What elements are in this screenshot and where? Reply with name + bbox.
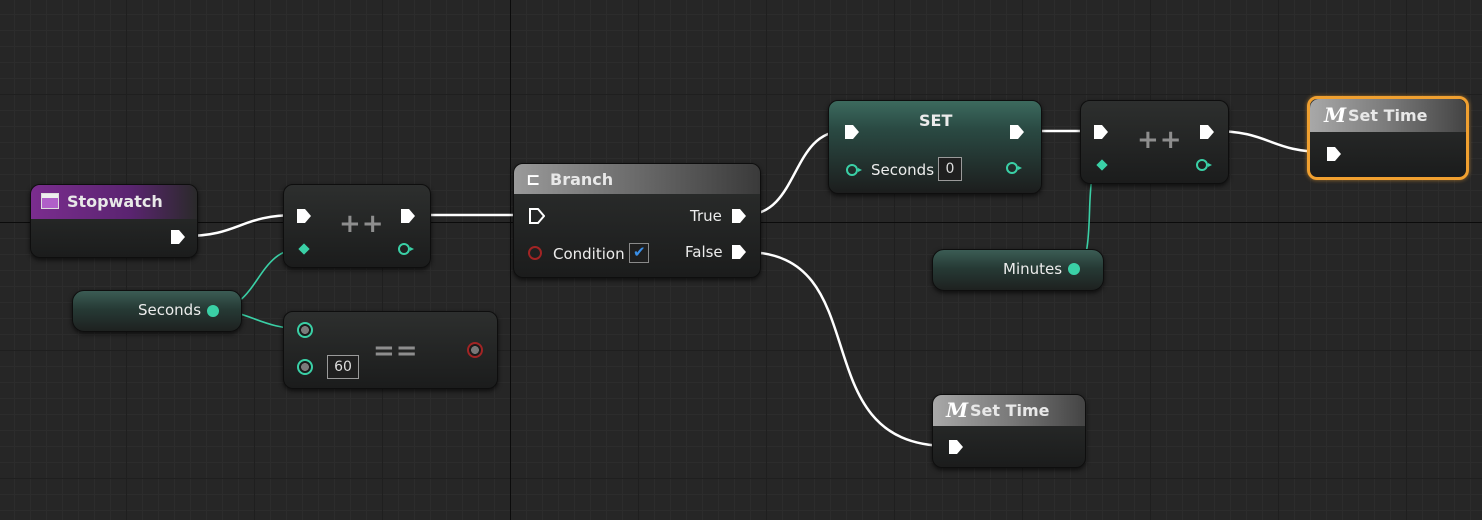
increment-node[interactable]: ++ bbox=[283, 184, 431, 268]
true-exec-out-pin[interactable] bbox=[731, 208, 747, 224]
increment-operator: ++ bbox=[1137, 125, 1183, 155]
equals-value-field[interactable]: 60 bbox=[327, 355, 359, 379]
false-label: False bbox=[685, 243, 723, 261]
minutes-out-pin[interactable] bbox=[1068, 263, 1080, 275]
seconds-label: Seconds bbox=[871, 161, 935, 179]
macro-icon: M bbox=[1324, 103, 1347, 127]
increment-operator: ++ bbox=[339, 209, 385, 239]
seconds-value-field[interactable]: 0 bbox=[938, 157, 962, 181]
set-node[interactable]: SET Seconds 0 bbox=[828, 100, 1042, 194]
exec-in-pin[interactable] bbox=[948, 439, 964, 455]
seconds-out-pin[interactable] bbox=[207, 305, 219, 317]
checkmark-icon: ✔ bbox=[633, 243, 646, 261]
exec-wire-false-settime bbox=[744, 250, 949, 448]
increment-node-2[interactable]: ++ bbox=[1080, 100, 1229, 184]
condition-pin[interactable] bbox=[528, 246, 542, 260]
minutes-label: Minutes bbox=[1003, 260, 1063, 278]
exec-out-pin[interactable] bbox=[400, 208, 416, 224]
exec-out-pin[interactable] bbox=[170, 229, 186, 245]
equals-input-b-pin[interactable] bbox=[297, 359, 313, 375]
branch-title: Branch bbox=[550, 170, 614, 189]
set-time-title: Set Time bbox=[1348, 106, 1428, 125]
branch-icon: ⊏ bbox=[526, 170, 541, 190]
equals-output-pin[interactable] bbox=[467, 342, 483, 358]
exec-in-pin[interactable] bbox=[1326, 146, 1342, 162]
branch-node[interactable]: ⊏ Branch True Condition ✔ False bbox=[513, 163, 761, 278]
exec-in-pin[interactable] bbox=[529, 208, 545, 224]
exec-in-pin[interactable] bbox=[296, 208, 312, 224]
equals-input-a-pin[interactable] bbox=[297, 322, 313, 338]
widget-icon bbox=[41, 193, 59, 209]
stopwatch-title: Stopwatch bbox=[67, 192, 163, 211]
condition-checkbox[interactable]: ✔ bbox=[629, 243, 649, 263]
exec-out-pin[interactable] bbox=[1199, 124, 1215, 140]
exec-wire-stopwatch-increment bbox=[184, 213, 297, 238]
condition-label: Condition bbox=[553, 245, 625, 263]
equals-operator: == bbox=[373, 336, 419, 366]
value-in-pin[interactable] bbox=[1096, 159, 1108, 171]
set-title: SET bbox=[919, 111, 953, 130]
set-time-node[interactable]: M Set Time bbox=[932, 394, 1086, 468]
set-time-header: M Set Time bbox=[933, 395, 1085, 426]
macro-icon: M bbox=[946, 398, 969, 422]
value-out-pin[interactable] bbox=[398, 243, 414, 255]
set-time-node-selected[interactable]: M Set Time bbox=[1307, 96, 1469, 180]
false-exec-out-pin[interactable] bbox=[731, 244, 747, 260]
value-in-pin[interactable] bbox=[298, 243, 310, 255]
seconds-in-pin[interactable] bbox=[846, 164, 862, 176]
seconds-variable-node[interactable]: Seconds bbox=[72, 290, 242, 332]
true-label: True bbox=[690, 207, 722, 225]
set-time-title: Set Time bbox=[970, 401, 1050, 420]
seconds-out-pin[interactable] bbox=[1006, 162, 1022, 174]
equals-node[interactable]: 60 == bbox=[283, 311, 498, 389]
exec-in-pin[interactable] bbox=[844, 124, 860, 140]
exec-in-pin[interactable] bbox=[1093, 124, 1109, 140]
set-time-header: M Set Time bbox=[1310, 99, 1466, 132]
stopwatch-header: Stopwatch bbox=[31, 185, 197, 219]
seconds-label: Seconds bbox=[138, 301, 202, 319]
stopwatch-node[interactable]: Stopwatch bbox=[30, 184, 198, 258]
exec-out-pin[interactable] bbox=[1009, 124, 1025, 140]
minutes-variable-node[interactable]: Minutes bbox=[932, 249, 1104, 291]
value-out-pin[interactable] bbox=[1196, 159, 1212, 171]
branch-header: ⊏ Branch bbox=[514, 164, 760, 194]
